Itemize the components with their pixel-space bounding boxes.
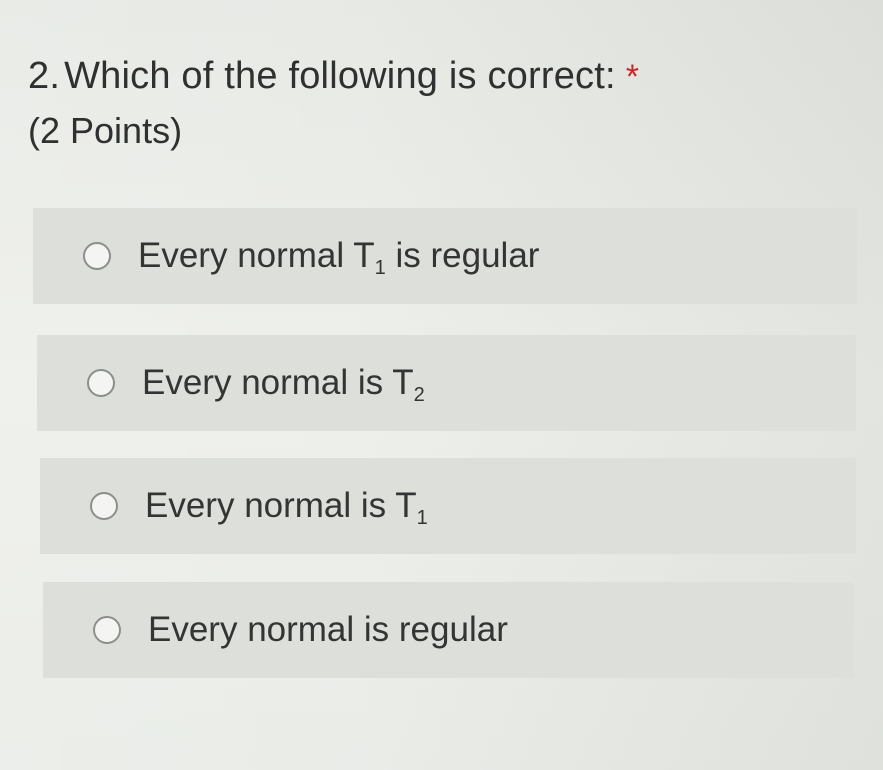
answer-option-4[interactable]: Every normal is regular xyxy=(43,582,854,678)
question-title: 2. Which of the following is correct: * xyxy=(28,52,848,101)
question-points: (2 Points) xyxy=(28,110,183,151)
question-number: 2. xyxy=(28,55,61,97)
answer-option-label: Every normal is T2 xyxy=(142,363,425,406)
answer-option-3[interactable]: Every normal is T1 xyxy=(40,458,856,554)
required-marker: * xyxy=(625,58,640,96)
quiz-page: 2. Which of the following is correct: * (2… xyxy=(0,0,883,770)
question-header: 2. Which of the following is correct: * (2… xyxy=(28,52,848,155)
answer-option-label: Every normal is regular xyxy=(148,610,508,649)
answer-option-2[interactable]: Every normal is T2 xyxy=(37,335,856,431)
answer-option-label: Every normal T1 is regular xyxy=(138,236,540,279)
answer-option-1[interactable]: Every normal T1 is regular xyxy=(33,208,857,304)
radio-button-icon[interactable] xyxy=(83,242,111,270)
question-text: Which of the following is correct: xyxy=(64,55,616,97)
radio-button-icon[interactable] xyxy=(90,492,118,520)
answer-option-label: Every normal is T1 xyxy=(145,486,428,529)
radio-button-icon[interactable] xyxy=(87,369,115,397)
radio-button-icon[interactable] xyxy=(93,616,121,644)
